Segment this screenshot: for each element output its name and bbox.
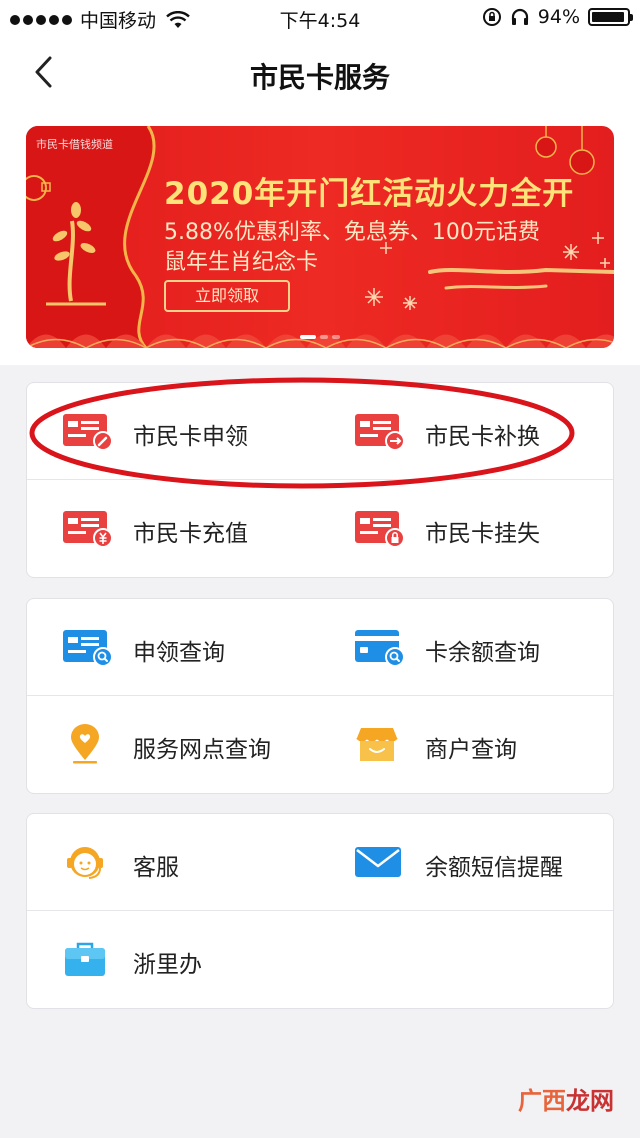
service-outlet-query-item[interactable]: 服务网点查询 — [27, 696, 319, 792]
header-area: 中国移动 下午4:54 94% 市民卡服务 市民卡借钱频道 2020年开门红活动… — [0, 0, 640, 365]
customer-service-item[interactable]: 客服 — [27, 814, 319, 910]
balance-query-icon — [355, 630, 405, 667]
item-label: 市民卡申领 — [133, 424, 248, 450]
apply-query-item[interactable]: 申领查询 — [27, 599, 319, 695]
item-label: 服务网点查询 — [133, 737, 271, 763]
back-button[interactable] — [28, 54, 64, 90]
navigation-bar: 市民卡服务 — [0, 36, 640, 108]
card-report-loss-item[interactable]: 市民卡挂失 — [321, 480, 613, 576]
card-lock-icon — [355, 511, 405, 548]
banner-pager — [300, 335, 340, 339]
watermark-part1: 广西 — [518, 1087, 566, 1115]
headphones-icon — [511, 8, 528, 25]
banner-title: 2020年开门红活动火力全开 — [164, 176, 575, 212]
customer-service-icon — [67, 847, 103, 879]
balance-sms-alert-item[interactable]: 余额短信提醒 — [321, 814, 613, 910]
item-label: 客服 — [133, 855, 179, 881]
item-label: 余额短信提醒 — [425, 855, 563, 881]
banner-subtitle-line1: 5.88%优惠利率、免息券、100元话费 — [164, 220, 540, 245]
item-label: 市民卡补换 — [425, 424, 540, 450]
item-label: 市民卡挂失 — [425, 521, 540, 547]
card-replace-item[interactable]: 市民卡补换 — [321, 383, 613, 479]
envelope-icon — [355, 847, 401, 877]
banner-tag: 市民卡借钱频道 — [36, 138, 113, 151]
support-section: 客服 余额短信提醒 浙里办 — [26, 813, 614, 1009]
zheliban-item[interactable]: 浙里办 — [27, 911, 319, 1007]
card-apply-icon — [63, 414, 113, 451]
banner-subtitle-line2: 鼠年生肖纪念卡 — [164, 250, 319, 275]
briefcase-icon — [65, 942, 105, 976]
card-replace-icon — [355, 414, 405, 451]
chevron-left-icon — [35, 56, 52, 88]
page-title: 市民卡服务 — [249, 61, 390, 94]
merchant-query-item[interactable]: 商户查询 — [321, 696, 613, 792]
claim-now-button[interactable]: 立即领取 — [164, 280, 290, 312]
battery-percent: 94% — [537, 6, 580, 28]
card-recharge-icon — [63, 511, 113, 548]
status-bar: 中国移动 下午4:54 94% — [0, 0, 640, 36]
card-services-section: 市民卡申领 市民卡补换 市民卡充值 市民卡挂失 — [26, 382, 614, 578]
card-apply-item[interactable]: 市民卡申领 — [27, 383, 319, 479]
item-label: 卡余额查询 — [425, 640, 540, 666]
item-label: 商户查询 — [425, 737, 517, 763]
item-label: 申领查询 — [133, 640, 225, 666]
pager-dot-2[interactable] — [320, 335, 328, 339]
balance-query-item[interactable]: 卡余额查询 — [321, 599, 613, 695]
card-recharge-item[interactable]: 市民卡充值 — [27, 480, 319, 576]
watermark: 广西龙网 — [518, 1081, 614, 1116]
item-label: 市民卡充值 — [133, 521, 248, 547]
pager-dot-3[interactable] — [332, 335, 340, 339]
battery-icon — [588, 8, 633, 26]
promo-banner[interactable]: 市民卡借钱频道 2020年开门红活动火力全开 5.88%优惠利率、免息券、100… — [26, 126, 614, 348]
watermark-part2: 龙网 — [566, 1087, 614, 1115]
item-label: 浙里办 — [133, 952, 202, 978]
pager-dot-1[interactable] — [300, 335, 316, 339]
location-pin-icon — [71, 724, 99, 764]
query-section: 申领查询 卡余额查询 服务网点查询 商户查询 — [26, 598, 614, 794]
apply-query-icon — [63, 630, 113, 667]
orientation-lock-icon — [482, 8, 501, 26]
shop-icon — [356, 728, 398, 761]
status-right: 94% — [482, 6, 633, 28]
